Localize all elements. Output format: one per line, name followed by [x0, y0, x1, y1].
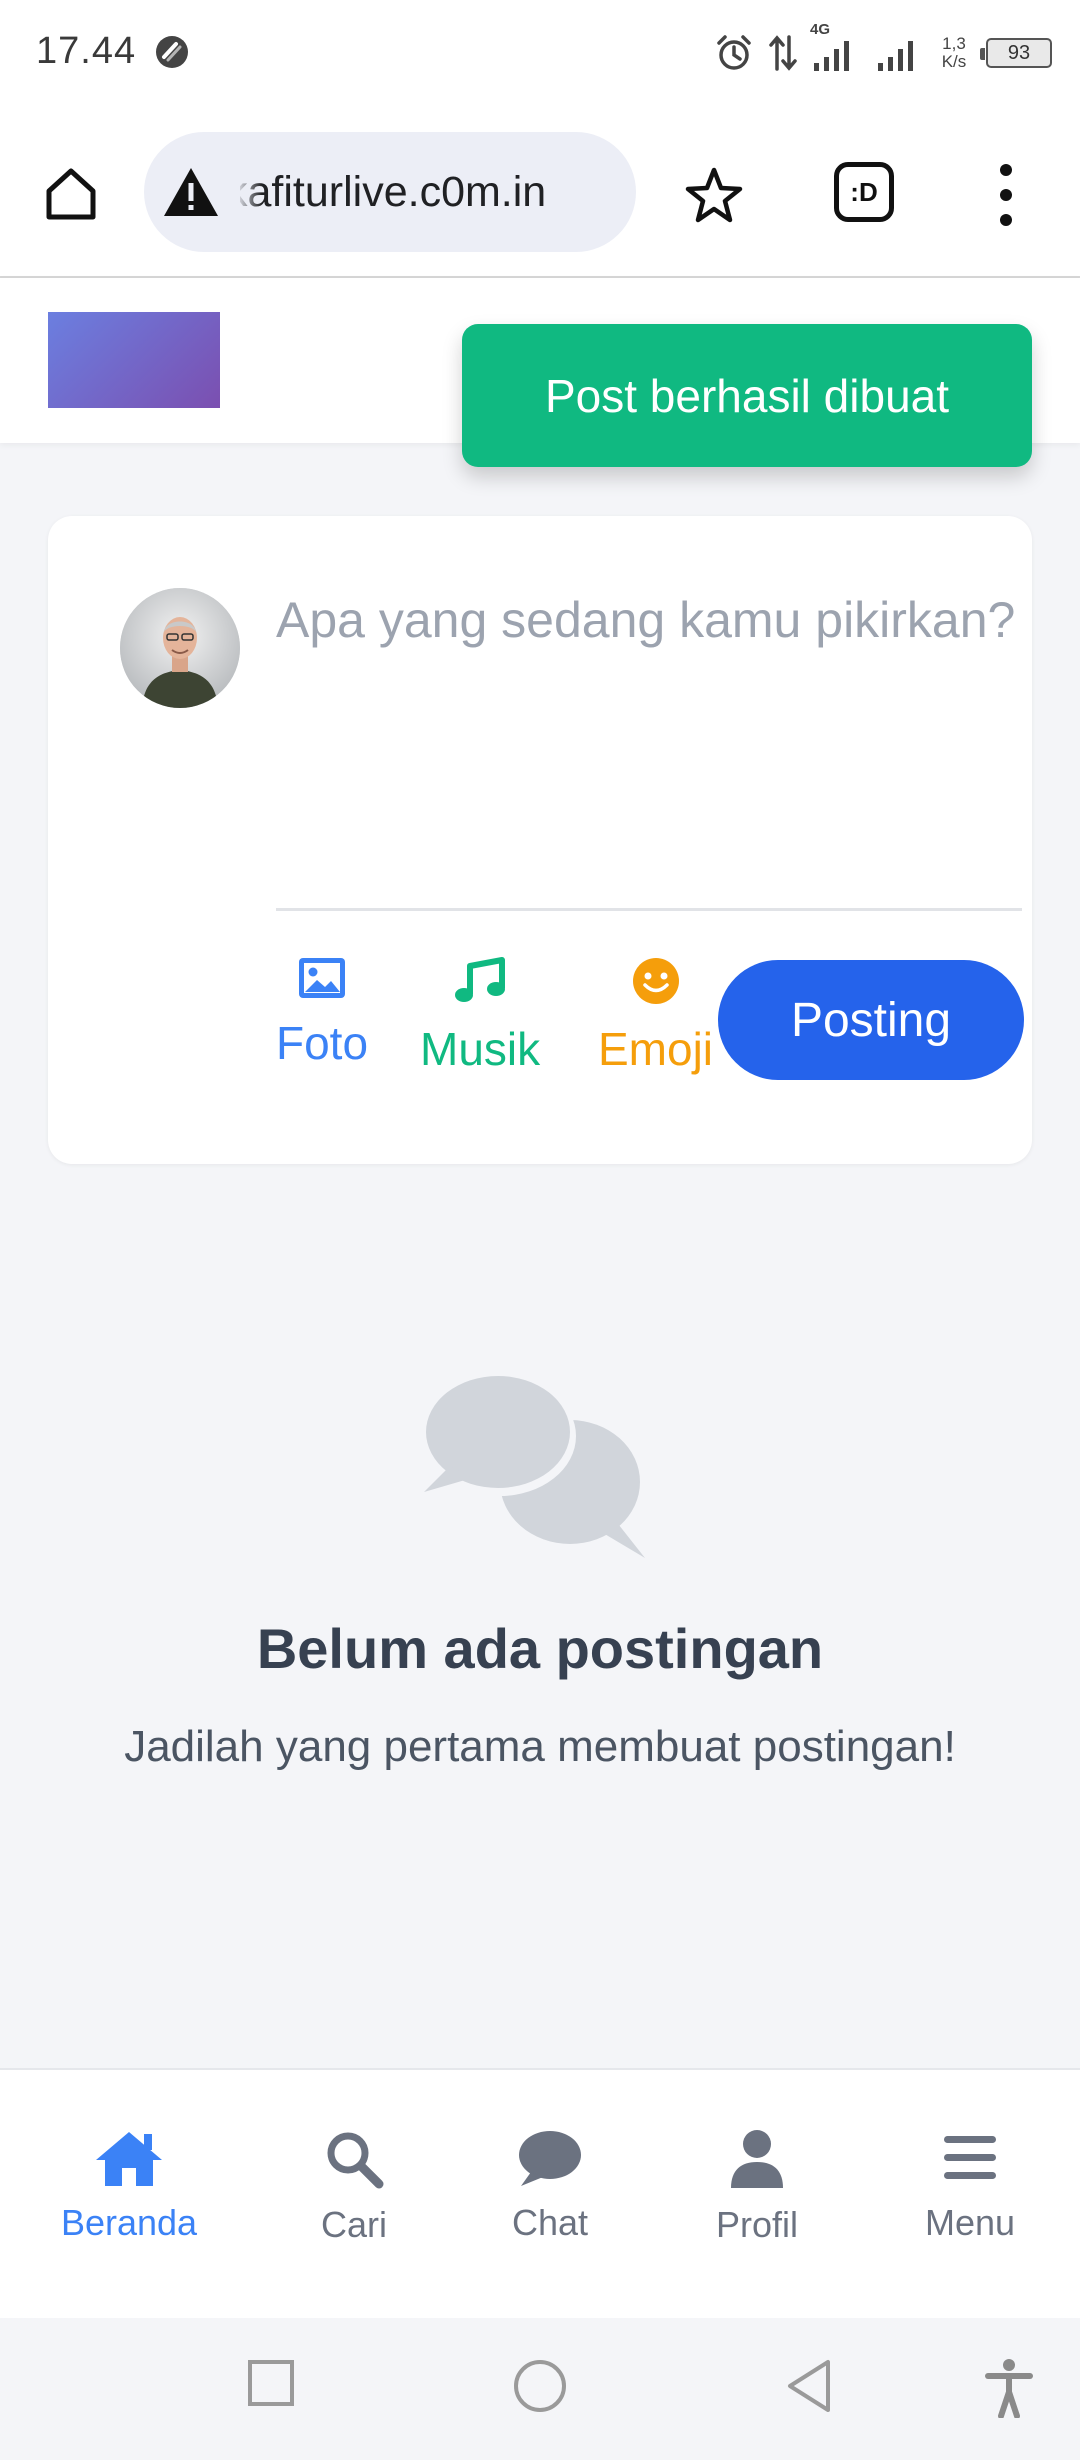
net-speed: 1,3 K/s: [936, 35, 972, 71]
user-icon: [731, 2130, 783, 2188]
composer-divider: [276, 908, 1022, 911]
battery-level: 93: [1007, 41, 1031, 64]
photo-button[interactable]: Foto: [276, 956, 368, 1070]
data-transfer-icon: [769, 35, 797, 71]
nav-label-chat: Chat: [511, 2202, 589, 2243]
browser-toolbar: kafiturlive.c0m.in :D: [0, 110, 1080, 278]
star-icon[interactable]: [682, 164, 746, 228]
nav-item-cari[interactable]: Cari: [294, 2128, 414, 2246]
smile-icon: [632, 958, 679, 1004]
music-icon: [455, 957, 506, 1002]
url-text[interactable]: kafiturlive.c0m.in: [240, 132, 616, 252]
url-fade: [236, 152, 262, 232]
menu-icon: [944, 2136, 996, 2179]
nav-item-menu[interactable]: Menu: [900, 2128, 1040, 2244]
home-icon: [46, 168, 96, 220]
bottom-navigation: Beranda Cari Chat Profil Menu: [0, 2068, 1080, 2318]
signal-1: 4G: [810, 21, 862, 73]
nav-item-profil[interactable]: Profil: [697, 2128, 817, 2246]
dnd-icon: [156, 36, 188, 68]
home-circle-icon[interactable]: [512, 2358, 568, 2414]
empty-state-subtitle: Jadilah yang pertama membuat postingan!: [124, 1722, 956, 1771]
nav-label-beranda: Beranda: [60, 2202, 198, 2243]
avatar-image: [120, 588, 240, 708]
avatar: [120, 588, 240, 708]
home-icon: [96, 2132, 162, 2186]
back-icon[interactable]: [784, 2358, 834, 2414]
chat-icon: [519, 2131, 581, 2186]
status-time: 17.44: [36, 30, 137, 72]
recents-icon[interactable]: [246, 2358, 296, 2408]
image-icon: [299, 958, 346, 998]
nav-label-profil: Profil: [715, 2204, 799, 2245]
battery-icon: 93: [980, 38, 1052, 68]
success-toast: Post berhasil dibuat: [462, 324, 1032, 467]
nav-item-chat[interactable]: Chat: [490, 2128, 610, 2244]
posting-button[interactable]: Posting: [718, 960, 1024, 1080]
toast-message: Post berhasil dibuat: [544, 369, 950, 422]
comments-icon: [424, 1376, 645, 1558]
more-icon[interactable]: [986, 160, 1026, 230]
signal-icon: [878, 41, 913, 71]
network-type: 4G: [810, 21, 831, 38]
music-button[interactable]: Musik: [420, 956, 540, 1076]
net-speed-value: 1,3: [942, 34, 966, 53]
post-input[interactable]: [276, 578, 1016, 898]
signal-icon: [814, 41, 849, 71]
accessibility-icon[interactable]: [984, 2358, 1034, 2418]
site-logo[interactable]: [48, 312, 220, 408]
address-bar[interactable]: kafiturlive.c0m.in: [144, 132, 636, 252]
tab-switcher-button[interactable]: :D: [834, 162, 894, 222]
warning-icon[interactable]: [162, 166, 220, 218]
emoji-label: Emoji: [598, 1023, 714, 1075]
search-icon: [327, 2132, 384, 2189]
browser-home-button[interactable]: [36, 158, 106, 228]
status-bar: 17.44 4G 1,3 K/s 93: [0, 0, 1080, 110]
nav-label-menu: Menu: [924, 2202, 1016, 2243]
system-navigation-bar: [0, 2318, 1080, 2460]
emoji-button[interactable]: Emoji: [598, 956, 713, 1076]
net-speed-unit: K/s: [941, 52, 967, 71]
nav-label-cari: Cari: [320, 2204, 387, 2245]
nav-item-beranda[interactable]: Beranda: [44, 2128, 214, 2244]
status-icons: 4G 1,3 K/s 93: [714, 21, 1052, 78]
alarm-icon: [717, 35, 751, 70]
photo-label: Foto: [276, 1017, 369, 1069]
music-label: Musik: [420, 1023, 541, 1075]
tab-switcher-label: :D: [850, 176, 878, 207]
post-composer: Foto Musik Emoji Posting: [48, 516, 1032, 1164]
empty-state-title: Belum ada postingan: [256, 1617, 824, 1680]
